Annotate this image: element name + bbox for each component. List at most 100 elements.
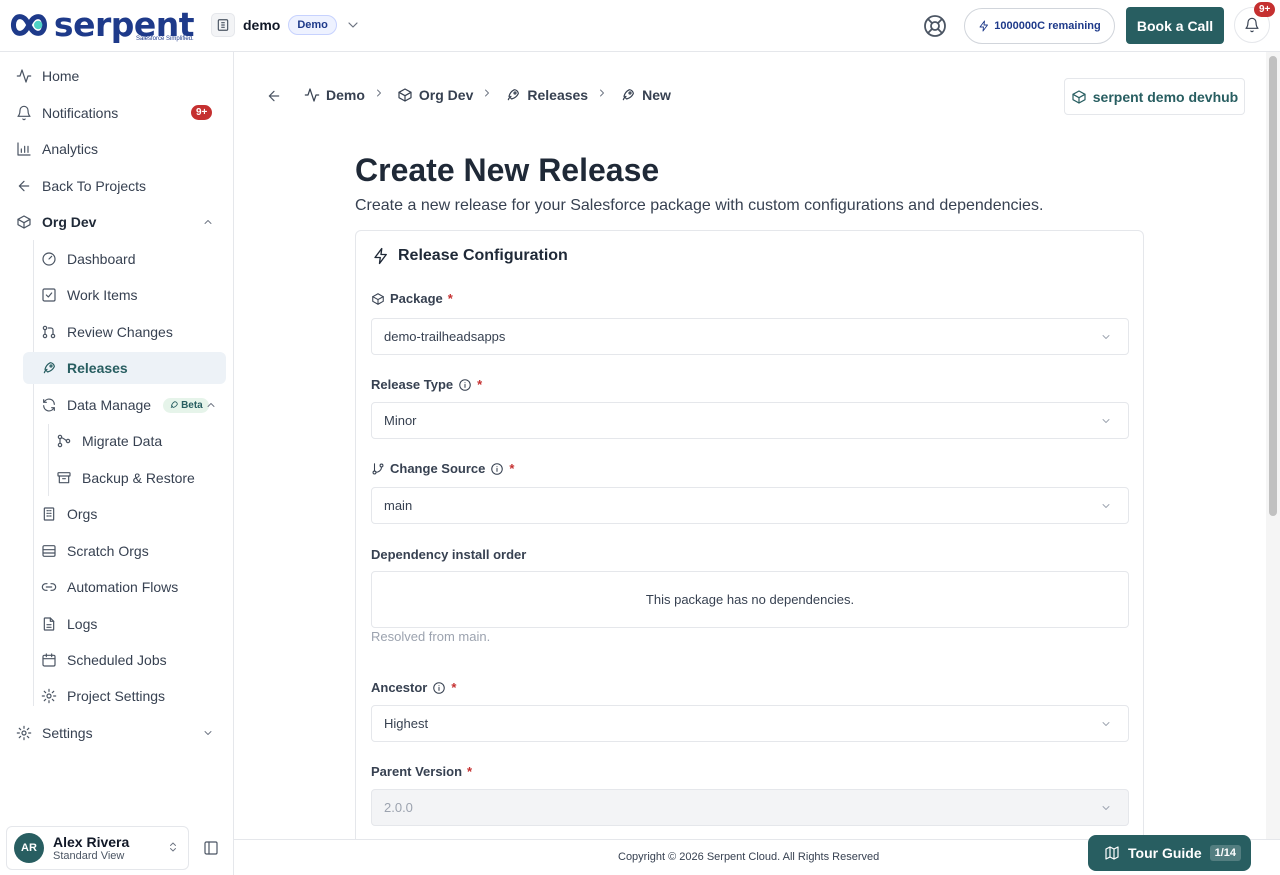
info-icon[interactable] bbox=[490, 462, 504, 476]
field-label-text: Parent Version bbox=[371, 764, 463, 779]
tour-guide-label: Tour Guide bbox=[1128, 845, 1202, 861]
devhub-label: serpent demo devhub bbox=[1092, 88, 1239, 105]
dependency-label: Dependency install order bbox=[371, 547, 526, 562]
project-switcher[interactable]: demo Demo bbox=[211, 13, 361, 37]
sidebar-item-logs[interactable]: Logs bbox=[41, 608, 97, 640]
sidebar-item-work-items[interactable]: Work Items bbox=[41, 279, 138, 311]
breadcrumb: Demo Org Dev Releases New bbox=[304, 87, 671, 103]
sidebar-item-dashboard[interactable]: Dashboard bbox=[41, 243, 136, 275]
package-icon bbox=[1071, 89, 1087, 105]
help-icon[interactable] bbox=[922, 13, 948, 39]
file-text-icon bbox=[41, 616, 57, 632]
parent-version-select: 2.0.0 bbox=[371, 789, 1129, 826]
chevron-up-icon[interactable] bbox=[202, 216, 218, 232]
tour-guide-button[interactable]: Tour Guide 1/14 bbox=[1088, 835, 1251, 871]
rocket-icon bbox=[170, 401, 178, 409]
sidebar-item-home[interactable]: Home bbox=[16, 60, 79, 92]
copyright-text: Copyright © 2026 Serpent Cloud. All Righ… bbox=[618, 851, 880, 863]
chevron-up-icon[interactable] bbox=[205, 399, 221, 415]
main-scrollbar[interactable] bbox=[1266, 52, 1280, 839]
avatar: AR bbox=[14, 833, 44, 863]
section-title: Release Configuration bbox=[372, 247, 568, 265]
sidebar: Home Notifications 9+ Analytics Back To … bbox=[0, 52, 234, 875]
activity-icon bbox=[304, 87, 320, 103]
sidebar-item-label: Project Settings bbox=[67, 688, 166, 704]
ancestor-select[interactable]: Highest bbox=[371, 705, 1129, 742]
required-marker: * bbox=[467, 764, 473, 779]
bell-icon bbox=[1244, 17, 1260, 33]
chevron-right-icon bbox=[481, 87, 497, 103]
info-icon[interactable] bbox=[458, 378, 472, 392]
info-icon[interactable] bbox=[432, 681, 446, 695]
sidebar-collapse-icon[interactable] bbox=[203, 840, 219, 856]
sidebar-item-label: Home bbox=[42, 68, 80, 84]
package-label: Package * bbox=[371, 291, 453, 306]
git-merge-icon bbox=[56, 433, 72, 449]
back-arrow-icon[interactable] bbox=[266, 88, 282, 104]
required-marker: * bbox=[509, 461, 515, 476]
database-icon bbox=[41, 543, 57, 559]
user-info: Alex Rivera Standard View bbox=[53, 834, 129, 862]
sidebar-item-data-management[interactable]: Data Manage Beta bbox=[41, 389, 209, 421]
package-select[interactable]: demo-trailheadsapps bbox=[371, 318, 1129, 355]
notification-count-badge: 9+ bbox=[1254, 2, 1276, 17]
sidebar-item-back-to-projects[interactable]: Back To Projects bbox=[16, 170, 146, 202]
select-value: Minor bbox=[384, 413, 417, 428]
book-call-button[interactable]: Book a Call bbox=[1126, 7, 1224, 44]
sidebar-item-label: Org Dev bbox=[42, 214, 97, 230]
ancestor-label: Ancestor * bbox=[371, 680, 456, 695]
gear-icon bbox=[41, 688, 57, 704]
project-name: demo bbox=[243, 17, 281, 33]
serpent-logo[interactable]: serpent Salesforce Simplified. bbox=[8, 6, 195, 44]
sidebar-item-label: Scheduled Jobs bbox=[67, 652, 167, 668]
release-type-select[interactable]: Minor bbox=[371, 402, 1129, 439]
sidebar-item-releases[interactable]: Releases bbox=[23, 352, 226, 384]
sidebar-item-review-changes[interactable]: Review Changes bbox=[41, 316, 173, 348]
field-label-text: Change Source bbox=[390, 461, 486, 476]
sidebar-item-analytics[interactable]: Analytics bbox=[16, 133, 98, 165]
sidebar-item-project-settings[interactable]: Project Settings bbox=[41, 680, 165, 712]
chevron-down-icon bbox=[1100, 500, 1116, 516]
sidebar-item-label: Notifications bbox=[42, 105, 119, 121]
sidebar-item-automation-flows[interactable]: Automation Flows bbox=[41, 571, 178, 603]
chevron-right-icon bbox=[596, 87, 612, 103]
sidebar-item-scratch-orgs[interactable]: Scratch Orgs bbox=[41, 535, 149, 567]
sidebar-item-label: Dashboard bbox=[67, 251, 136, 267]
user-name: Alex Rivera bbox=[53, 834, 130, 850]
chevron-down-icon bbox=[1100, 331, 1116, 347]
sidebar-item-migrate-data[interactable]: Migrate Data bbox=[56, 425, 162, 457]
credits-remaining-button[interactable]: 1000000C remaining bbox=[964, 8, 1115, 44]
dependency-list: This package has no dependencies. bbox=[371, 571, 1129, 628]
breadcrumb-label: Releases bbox=[527, 87, 589, 103]
refresh-icon bbox=[41, 397, 57, 413]
sidebar-item-notifications[interactable]: Notifications bbox=[16, 97, 218, 129]
sidebar-item-label: Data Manage bbox=[67, 397, 152, 413]
page-title: Create New Release bbox=[355, 152, 660, 188]
page-subtitle: Create a new release for your Salesforce… bbox=[355, 197, 1044, 214]
breadcrumb-releases[interactable]: Releases bbox=[505, 87, 588, 103]
brand-tagline: Salesforce Simplified. bbox=[136, 36, 194, 42]
devhub-button[interactable]: serpent demo devhub bbox=[1064, 78, 1245, 115]
project-badge: Demo bbox=[288, 15, 337, 35]
sidebar-item-org-dev[interactable]: Org Dev bbox=[16, 206, 96, 238]
scrollbar-thumb[interactable] bbox=[1269, 56, 1277, 516]
sidebar-item-scheduled-jobs[interactable]: Scheduled Jobs bbox=[41, 644, 167, 676]
breadcrumb-org-dev[interactable]: Org Dev bbox=[397, 87, 473, 103]
field-label-text: Release Type bbox=[371, 377, 454, 392]
parent-version-label: Parent Version * bbox=[371, 764, 472, 779]
sidebar-item-label: Orgs bbox=[67, 506, 98, 522]
change-source-select[interactable]: main bbox=[371, 487, 1129, 524]
sidebar-item-backup-restore[interactable]: Backup & Restore bbox=[56, 462, 195, 494]
sidebar-item-orgs[interactable]: Orgs bbox=[41, 498, 97, 530]
zap-icon bbox=[372, 247, 390, 265]
chevron-down-icon[interactable] bbox=[202, 727, 218, 743]
bar-chart-icon bbox=[16, 141, 32, 157]
sidebar-item-settings[interactable]: Settings bbox=[16, 717, 93, 749]
rocket-icon bbox=[505, 87, 521, 103]
user-menu[interactable]: AR Alex Rivera Standard View bbox=[6, 826, 189, 870]
chevron-down-icon bbox=[1100, 415, 1116, 431]
breadcrumb-demo[interactable]: Demo bbox=[304, 87, 365, 103]
select-value: 2.0.0 bbox=[384, 800, 413, 815]
map-icon bbox=[1104, 845, 1120, 861]
gear-icon bbox=[16, 725, 32, 741]
